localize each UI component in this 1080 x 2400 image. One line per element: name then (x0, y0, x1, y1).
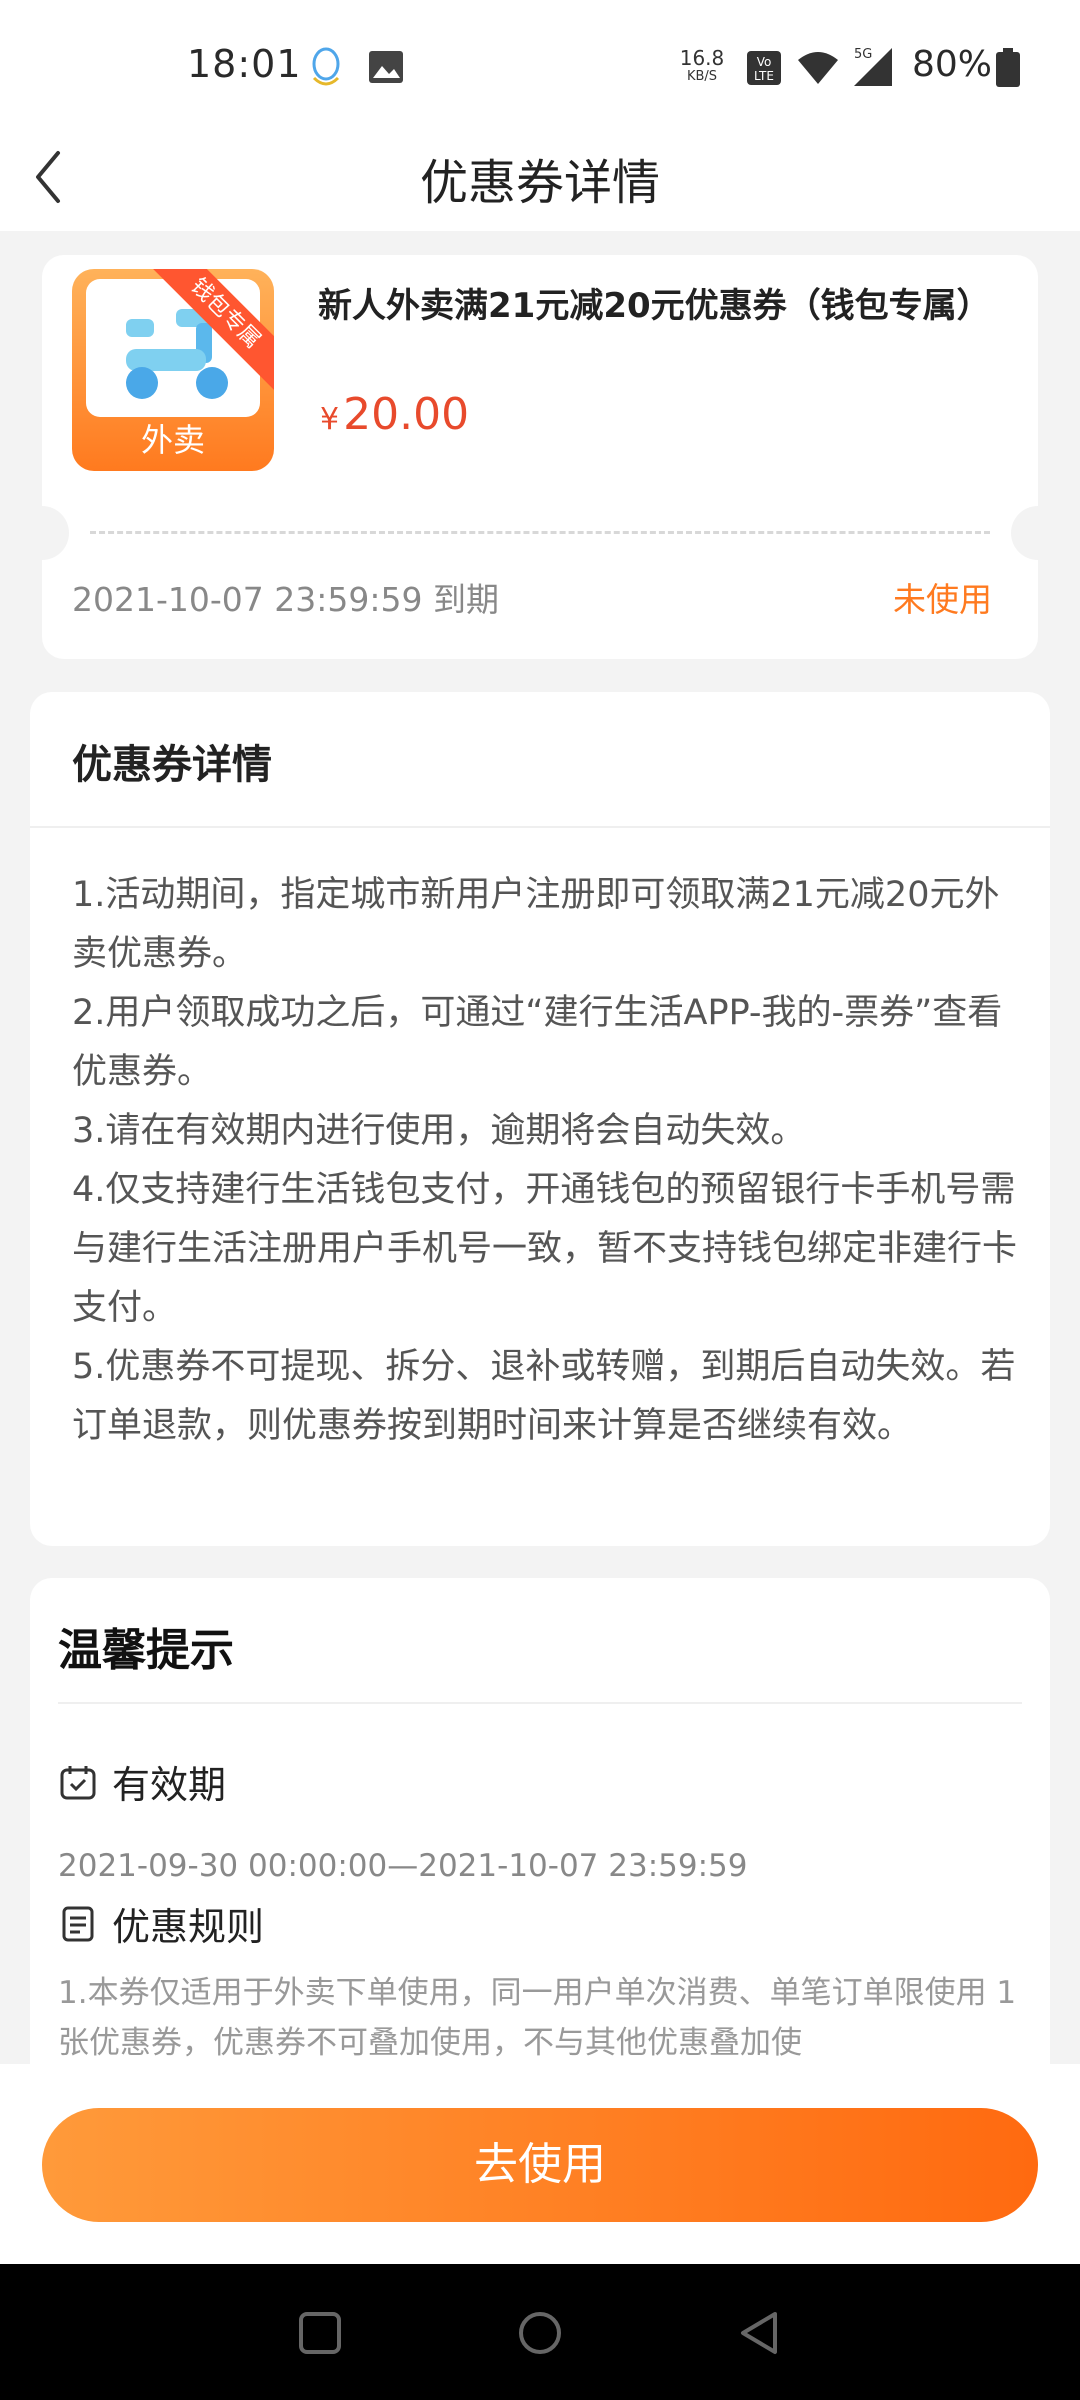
back-nav-icon[interactable] (735, 2308, 785, 2358)
ticket-notch-left (42, 506, 69, 560)
bottom-action-bar: 去使用 (0, 2064, 1080, 2264)
network-speed: 16.8 KB/S (679, 46, 725, 84)
image-notification-icon (369, 51, 403, 83)
svg-text:Vo: Vo (757, 55, 772, 69)
details-item: 5.优惠券不可提现、拆分、退补或转赠，到期后自动失效。若订单退款，则优惠券按到期… (72, 1347, 1016, 1446)
recent-apps-icon[interactable] (295, 2308, 345, 2358)
wifi-icon (798, 52, 838, 84)
coupon-thumb-label: 外卖 (140, 421, 205, 459)
divider (58, 1702, 1022, 1704)
ticket-divider (90, 531, 990, 534)
details-item: 1.活动期间，指定城市新用户注册即可领取满21元减20元外卖优惠券。 (72, 875, 1000, 974)
home-icon[interactable] (515, 2308, 565, 2358)
tips-title: 温馨提示 (58, 1625, 234, 1676)
coupon-price: ¥20.00 (320, 389, 470, 440)
coupon-thumbnail: 钱包专属 外卖 (72, 269, 274, 471)
status-bar: 18:01 16.8 KB/S Vo LTE 5G 80% (0, 0, 1080, 135)
system-navigation-bar (0, 2264, 1080, 2400)
validity-heading: 有效期 (58, 1754, 226, 1809)
details-item: 2.用户领取成功之后，可通过“建行生活APP-我的-票券”查看优惠券。 (72, 993, 1003, 1092)
qq-notification-icon (312, 47, 340, 86)
details-list: 1.活动期间，指定城市新用户注册即可领取满21元减20元外卖优惠券。 2.用户领… (72, 866, 1022, 1456)
svg-text:LTE: LTE (754, 69, 774, 83)
page-title: 优惠券详情 (419, 155, 660, 211)
coupon-status: 未使用 (893, 580, 992, 619)
coupon-expiry: 2021-10-07 23:59:59 到期 (72, 580, 499, 619)
volte-icon: Vo LTE (747, 51, 781, 85)
coupon-card: 钱包专属 外卖 新人外卖满21元减20元优惠券（钱包专属） ¥20.00 202… (42, 255, 1038, 659)
details-item: 3.请在有效期内进行使用，逾期将会自动失效。 (72, 1111, 806, 1151)
document-icon (62, 1906, 94, 1941)
coupon-title: 新人外卖满21元减20元优惠券（钱包专属） (318, 286, 991, 326)
signal-5g-icon: 5G (854, 47, 892, 86)
divider (30, 826, 1050, 828)
status-time: 18:01 (187, 42, 302, 86)
ticket-notch-right (1011, 506, 1038, 560)
calendar-icon (60, 1765, 96, 1799)
battery-percent: 80% (912, 44, 993, 85)
details-item: 4.仅支持建行生活钱包支付，开通钱包的预留银行卡手机号需与建行生活注册用户手机号… (72, 1170, 1018, 1328)
svg-text:5G: 5G (854, 47, 872, 62)
validity-label: 有效期 (112, 1763, 227, 1807)
rules-text: 1.本券仅适用于外卖下单使用，同一用户单次消费、单笔订单限使用 1 张优惠券，优… (58, 1975, 1017, 2061)
rules-heading: 优惠规则 (58, 1896, 264, 1951)
validity-value: 2021-09-30 00:00:00—2021-10-07 23:59:59 (58, 1848, 748, 1884)
battery-icon (996, 48, 1020, 87)
tips-card: 温馨提示 有效期 2021-09-30 00:00:00—2021-10-07 … (30, 1578, 1050, 2078)
rules-label: 优惠规则 (112, 1905, 265, 1949)
use-coupon-button[interactable]: 去使用 (42, 2108, 1038, 2222)
details-card: 优惠券详情 1.活动期间，指定城市新用户注册即可领取满21元减20元外卖优惠券。… (30, 692, 1050, 1546)
details-title: 优惠券详情 (72, 742, 272, 788)
app-header: 优惠券详情 (0, 135, 1080, 231)
